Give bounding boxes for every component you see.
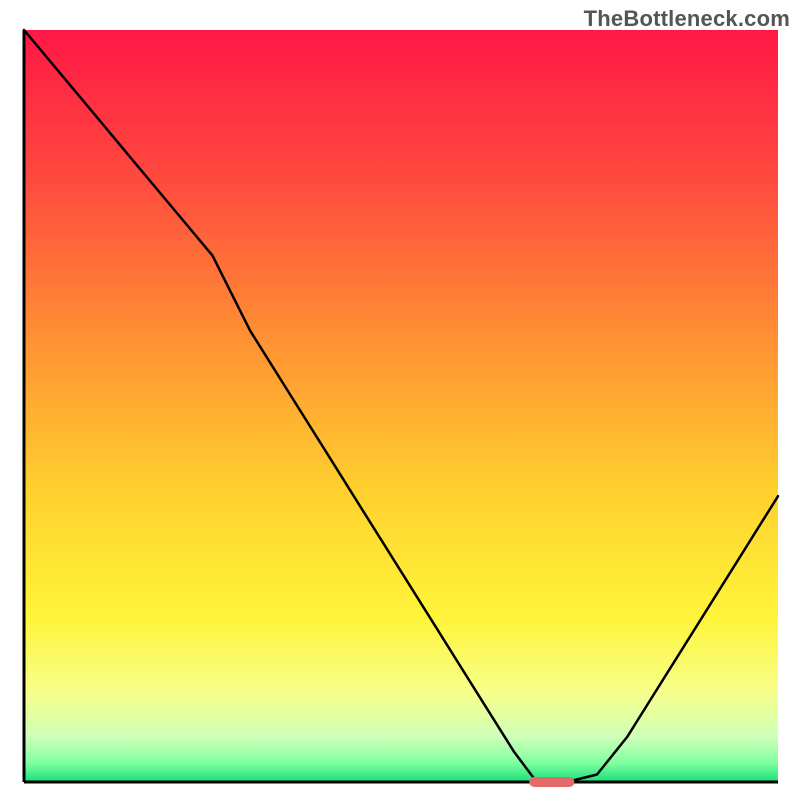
bottleneck-chart: TheBottleneck.com [0,0,800,800]
plot-background [24,30,778,782]
optimal-marker [529,777,574,787]
chart-svg [0,0,800,800]
